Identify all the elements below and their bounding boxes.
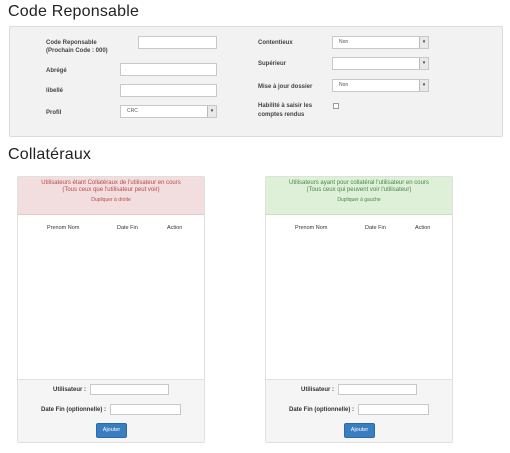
right-panel-header: Utilisateurs ayant pour collatéral l'uti… xyxy=(266,177,452,215)
contentieux-label: Contentieux xyxy=(258,40,293,46)
right-heading-line1: Utilisateurs ayant pour collatéral l'uti… xyxy=(289,180,429,186)
utilisateur-label: Utilisateur : xyxy=(301,387,335,393)
mise-a-jour-label: Mise à jour dossier xyxy=(258,84,313,90)
mise-a-jour-select-value: Non xyxy=(339,82,349,88)
utilisateur-label: Utilisateur : xyxy=(53,387,87,393)
left-heading-line2: (Tous ceux que l'utilisateur peut voir) xyxy=(62,187,160,193)
contentieux-select-value: Non xyxy=(339,39,349,45)
date-fin-input[interactable] xyxy=(110,404,181,415)
column-header-prenom-nom: Prenom Nom xyxy=(47,225,80,231)
left-panel-header: Utilisateurs étant Collatéraux de l'util… xyxy=(18,177,204,215)
utilisateur-input[interactable] xyxy=(338,384,417,395)
code-label: Code Reponsable xyxy=(46,40,97,46)
left-heading-line1: Utilisateurs étant Collatéraux de l'util… xyxy=(41,180,181,186)
libelle-label: libellé xyxy=(46,88,64,94)
superieur-label: Supérieur xyxy=(258,61,287,67)
abrege-label: Abrégé xyxy=(46,68,67,74)
collateraux-left-panel: Utilisateurs étant Collatéraux de l'util… xyxy=(17,176,205,443)
date-fin-label: Date Fin (optionnelle) : xyxy=(289,407,354,413)
profil-label: Profil xyxy=(46,110,62,116)
column-header-action: Action xyxy=(415,225,431,231)
mise-a-jour-select[interactable]: Non ▾ xyxy=(332,79,429,92)
add-button[interactable]: Ajouter xyxy=(96,423,127,438)
column-header-prenom-nom: Prenom Nom xyxy=(295,225,328,231)
chevron-down-icon: ▾ xyxy=(419,58,428,69)
profil-select[interactable]: CRC ▾ xyxy=(120,105,217,118)
left-panel-footer: Utilisateur : Date Fin (optionnelle) : A… xyxy=(18,379,204,442)
column-header-action: Action xyxy=(167,225,183,231)
contentieux-select[interactable]: Non ▾ xyxy=(332,36,429,49)
section-title-collateraux: Collatéraux xyxy=(8,146,92,163)
right-panel-footer: Utilisateur : Date Fin (optionnelle) : A… xyxy=(266,379,452,442)
chevron-down-icon: ▾ xyxy=(207,106,216,117)
habilite-label: Habilité à saisir les xyxy=(258,103,313,109)
page-title-code-responsable: Code Reponsable xyxy=(8,3,140,20)
column-header-date-fin: Date Fin xyxy=(365,225,386,231)
abrege-input[interactable]: . xyxy=(120,63,217,76)
add-button[interactable]: Ajouter xyxy=(344,423,375,438)
habilite-checkbox[interactable] xyxy=(333,103,339,109)
superieur-select[interactable]: ▾ xyxy=(332,57,429,70)
habilite-label-line2: comptes rendus xyxy=(258,112,305,118)
duplicate-left-link[interactable]: Dupliquer à gauche xyxy=(266,197,452,203)
code-responsable-form: Code Reponsable (Prochain Code : 000) Ab… xyxy=(9,26,503,137)
code-hint: (Prochain Code : 000) xyxy=(46,48,108,54)
code-input[interactable] xyxy=(138,36,217,49)
profil-select-value: CRC xyxy=(127,108,138,114)
chevron-down-icon: ▾ xyxy=(419,37,428,48)
date-fin-label: Date Fin (optionnelle) : xyxy=(41,407,106,413)
collateraux-right-panel: Utilisateurs ayant pour collatéral l'uti… xyxy=(265,176,453,443)
column-header-date-fin: Date Fin xyxy=(117,225,138,231)
utilisateur-input[interactable] xyxy=(90,384,169,395)
duplicate-right-link[interactable]: Dupliquer à droite xyxy=(18,197,204,203)
right-heading-line2: (Tous ceux qui peuvent voir l'utilisateu… xyxy=(306,187,412,193)
libelle-input[interactable] xyxy=(120,84,217,97)
chevron-down-icon: ▾ xyxy=(419,80,428,91)
date-fin-input[interactable] xyxy=(358,404,429,415)
